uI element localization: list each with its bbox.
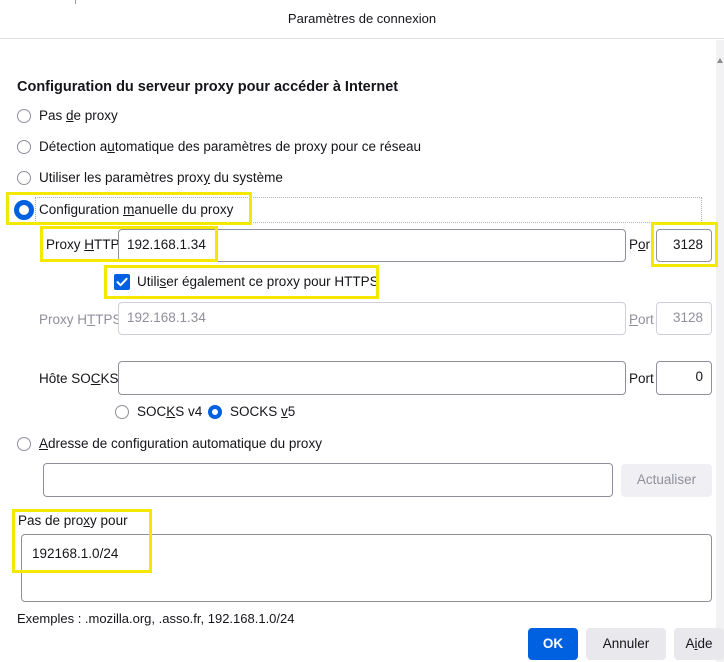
window-edge-mark [75, 0, 76, 4]
highlight-no-proxy-for [12, 509, 152, 573]
https-proxy-label: Proxy HTTPS [39, 312, 122, 327]
radio-socks-v5-label[interactable]: SOCKS v5 [230, 404, 295, 419]
radio-auto-config-url-label[interactable]: Adresse de configuration automatique du … [39, 436, 322, 451]
socks-host-label: Hôte SOCKS [39, 371, 119, 386]
help-button[interactable]: Aide [674, 628, 724, 660]
dialog-title: Paramètres de connexion [287, 11, 437, 26]
http-port-label: Por [629, 237, 651, 252]
radio-socks-v5[interactable] [208, 405, 222, 419]
highlight-http [40, 226, 218, 262]
cancel-button[interactable]: Annuler [586, 628, 666, 660]
radio-auto-detect[interactable] [17, 140, 31, 154]
https-port-input[interactable]: 3128 [656, 302, 712, 335]
https-port-label: Port [629, 312, 654, 327]
https-proxy-input[interactable]: 192.168.1.34 [118, 302, 626, 335]
radio-socks-v4[interactable] [115, 405, 129, 419]
socks-port-input[interactable]: 0 [656, 361, 712, 395]
socks-host-input[interactable] [118, 361, 626, 395]
radio-socks-v4-label[interactable]: SOCKS v4 [137, 404, 202, 419]
socks-port-label: Port [629, 371, 654, 386]
ok-button[interactable]: OK [528, 628, 578, 660]
radio-system-proxy-label[interactable]: Utiliser les paramètres proxy du système [39, 170, 283, 185]
reload-button[interactable]: Actualiser [621, 464, 712, 497]
highlight-http-port [651, 222, 718, 267]
radio-manual-proxy[interactable] [14, 200, 34, 220]
radio-system-proxy[interactable] [17, 171, 31, 185]
radio-no-proxy-label[interactable]: Pas de proxy [39, 108, 118, 123]
examples-text: Exemples : .mozilla.org, .asso.fr, 192.1… [17, 611, 295, 626]
scrollbar[interactable] [716, 40, 724, 662]
radio-manual-proxy-label[interactable]: Configuration manuelle du proxy [39, 202, 233, 217]
radio-no-proxy[interactable] [17, 109, 31, 123]
radio-auto-config-url[interactable] [17, 437, 31, 451]
radio-auto-detect-label[interactable]: Détection automatique des paramètres de … [39, 139, 421, 154]
auto-config-url-input[interactable] [43, 463, 613, 497]
highlight-https-checkbox [104, 265, 379, 299]
section-heading: Configuration du serveur proxy pour accé… [17, 79, 399, 95]
scroll-up-arrow-icon[interactable] [717, 58, 723, 63]
